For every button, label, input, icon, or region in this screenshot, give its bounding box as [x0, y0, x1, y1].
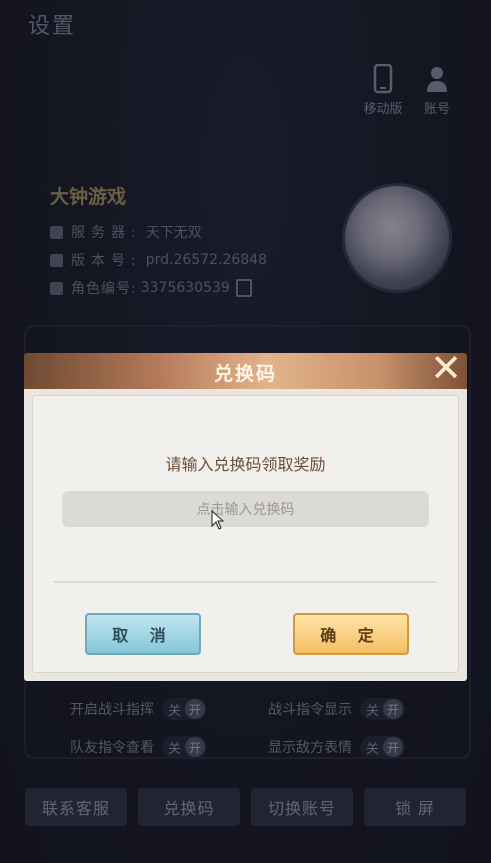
- redeem-code-input[interactable]: 点击输入兑换码: [62, 491, 429, 527]
- dialog-header: 兑换码 ✕: [24, 349, 467, 389]
- divider: [54, 581, 437, 583]
- close-icon[interactable]: ✕: [427, 349, 465, 389]
- dialog-prompt: 请输入兑换码领取奖励: [165, 455, 326, 474]
- confirm-button[interactable]: 确 定: [293, 613, 409, 655]
- cancel-button[interactable]: 取 消: [85, 613, 201, 655]
- dialog-title: 兑换码: [213, 363, 277, 385]
- mouse-cursor-icon: [211, 510, 225, 530]
- redeem-code-dialog: 兑换码 ✕ 请输入兑换码领取奖励 点击输入兑换码 取 消 确 定: [24, 349, 467, 681]
